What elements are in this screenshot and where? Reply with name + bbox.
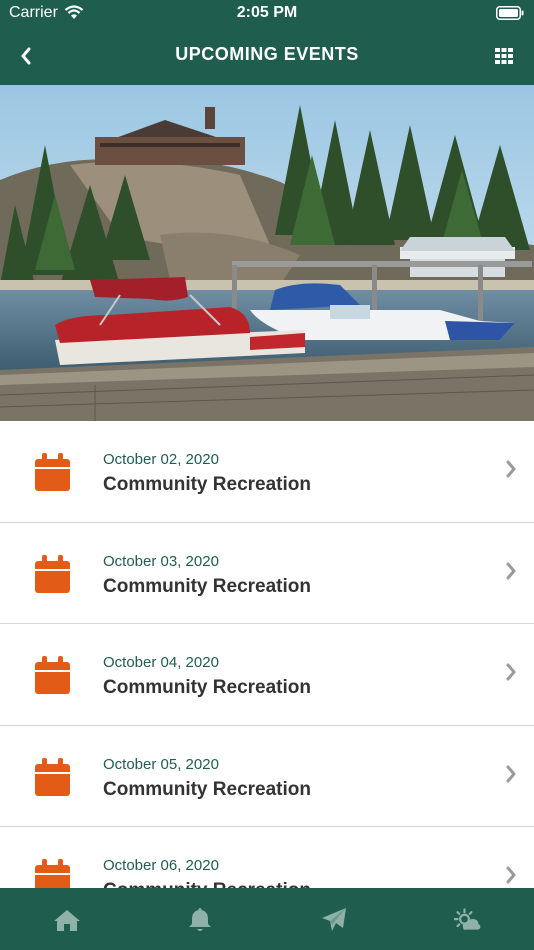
tab-weather[interactable] bbox=[454, 906, 482, 934]
chevron-right-icon bbox=[506, 866, 516, 884]
event-row[interactable]: October 06, 2020 Community Recreation bbox=[0, 827, 534, 888]
event-date: October 03, 2020 bbox=[103, 552, 219, 570]
event-name: Community Recreation bbox=[103, 778, 311, 800]
home-icon bbox=[54, 910, 80, 931]
tab-home[interactable] bbox=[53, 906, 81, 934]
page-title: UPCOMING EVENTS bbox=[175, 44, 359, 64]
lake-boats-photo bbox=[0, 85, 534, 421]
event-row[interactable]: October 03, 2020 Community Recreation bbox=[0, 523, 534, 624]
clock: 2:05 PM bbox=[236, 4, 298, 21]
battery-icon bbox=[496, 6, 524, 20]
event-date: October 02, 2020 bbox=[103, 451, 219, 468]
hero-image bbox=[0, 85, 534, 421]
event-date: October 05, 2020 bbox=[103, 755, 219, 773]
navigation-bar: UPCOMING EVENTS bbox=[0, 26, 534, 85]
event-row[interactable]: October 02, 2020 Community Recreation bbox=[0, 421, 534, 523]
grid-icon bbox=[495, 48, 513, 64]
event-name: Community Recreation bbox=[103, 677, 311, 698]
event-row[interactable]: October 05, 2020 Community Recreation bbox=[0, 726, 534, 827]
bell-icon bbox=[189, 908, 211, 931]
paper-plane-icon bbox=[322, 908, 346, 931]
menu-grid-button[interactable] bbox=[486, 38, 522, 74]
calendar-icon bbox=[35, 757, 70, 796]
chevron-right-icon bbox=[506, 562, 516, 579]
tab-bar bbox=[0, 888, 534, 950]
event-date: October 04, 2020 bbox=[103, 654, 219, 671]
event-row[interactable]: October 04, 2020 Community Recreation bbox=[0, 624, 534, 726]
event-date: October 06, 2020 bbox=[103, 857, 219, 874]
chevron-right-icon bbox=[506, 663, 516, 681]
status-bar: Carrier 2:05 PM bbox=[0, 0, 534, 26]
event-list: October 02, 2020 Community Recreation Oc… bbox=[0, 421, 534, 888]
chevron-right-icon bbox=[506, 460, 516, 478]
weather-icon bbox=[454, 908, 481, 930]
calendar-icon bbox=[35, 554, 70, 593]
event-name: Community Recreation bbox=[103, 474, 311, 495]
tab-notifications[interactable] bbox=[186, 906, 214, 934]
tab-messages[interactable] bbox=[320, 906, 348, 934]
calendar-icon bbox=[35, 859, 70, 888]
chevron-right-icon bbox=[506, 765, 516, 782]
event-name: Community Recreation bbox=[103, 880, 311, 888]
calendar-icon bbox=[35, 656, 70, 694]
event-name: Community Recreation bbox=[103, 575, 311, 597]
calendar-icon bbox=[35, 453, 70, 491]
